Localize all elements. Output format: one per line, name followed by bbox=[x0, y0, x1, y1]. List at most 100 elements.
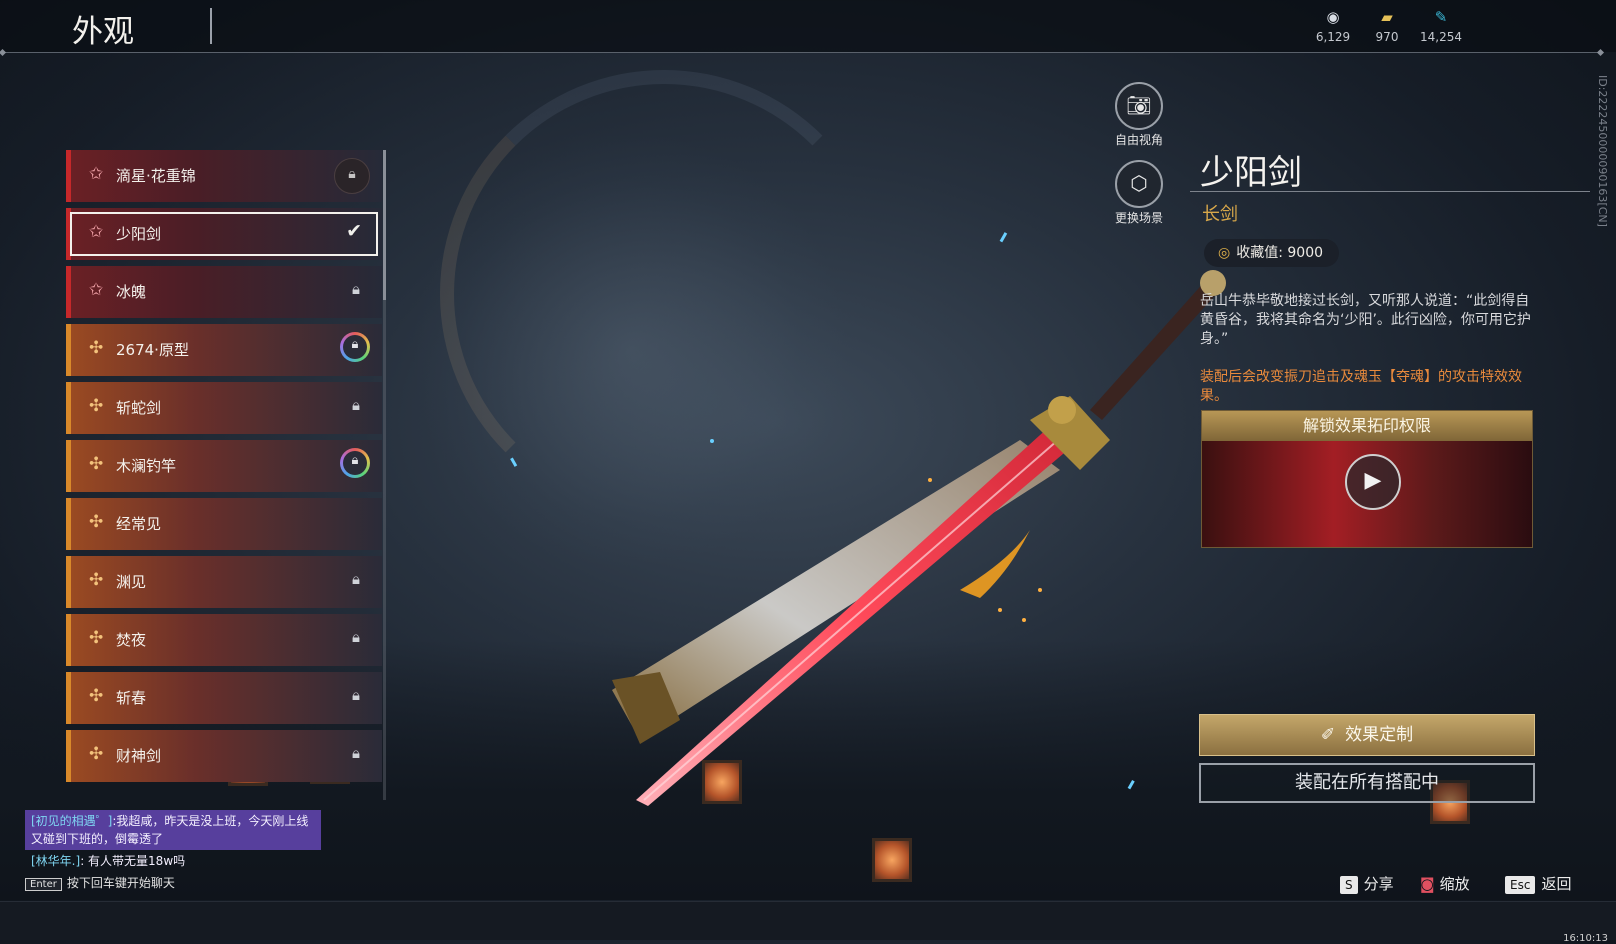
collection-icon: ◎ bbox=[1218, 245, 1231, 261]
skin-label: 经常见 bbox=[116, 515, 162, 533]
skin-label: 焚夜 bbox=[116, 631, 147, 649]
customize-effect-button[interactable]: ✐ 效果定制 bbox=[1199, 714, 1535, 756]
free-view-button[interactable]: 📷︎ bbox=[1115, 82, 1163, 130]
sword-guard bbox=[1030, 396, 1110, 470]
enter-key-icon: Enter bbox=[25, 878, 62, 891]
share-hint[interactable]: S 分享 bbox=[1340, 873, 1394, 894]
back-label: 返回 bbox=[1541, 875, 1572, 893]
skin-list: ✩ 滴星·花重锦 🔒︎ ✩ 少阳剑 ✔ ✩ 冰魄 🔒︎ ✣ 2674·原型 🔒︎… bbox=[66, 150, 382, 800]
skin-label: 少阳剑 bbox=[116, 225, 162, 243]
change-scene-button[interactable]: ⬡ bbox=[1115, 160, 1163, 208]
name-underline bbox=[1190, 191, 1590, 192]
ticket-icon: ▰ bbox=[1381, 8, 1393, 26]
currency-coin: ◉ 6,129 bbox=[1303, 8, 1363, 44]
customize-effect-label: 效果定制 bbox=[1345, 725, 1414, 745]
skin-item[interactable]: ✩ 滴星·花重锦 🔒︎ bbox=[66, 150, 382, 202]
title-separator bbox=[210, 8, 212, 44]
check-icon: ✔ bbox=[346, 220, 362, 242]
zoom-label: 缩放 bbox=[1439, 875, 1470, 893]
skin-label: 滴星·花重锦 bbox=[116, 167, 196, 185]
share-label: 分享 bbox=[1363, 875, 1394, 893]
flower-icon: ✣ bbox=[89, 396, 104, 416]
skin-item[interactable]: ✣ 经常见 bbox=[66, 498, 382, 550]
flower-icon: ✣ bbox=[89, 686, 104, 706]
lock-icon: 🔒︎ bbox=[352, 280, 360, 298]
item-name: 少阳剑 bbox=[1200, 153, 1302, 193]
lock-icon: 🔒︎ bbox=[352, 396, 360, 414]
flower-icon: ✣ bbox=[89, 744, 104, 764]
change-scene-label: 更换场景 bbox=[1114, 211, 1163, 225]
sword-flames bbox=[928, 478, 1042, 622]
skin-label: 财神剑 bbox=[116, 747, 162, 765]
currency-feather: ✎ 14,254 bbox=[1411, 8, 1471, 44]
chat-text: : 有人带无量18w吗 bbox=[80, 854, 186, 868]
page-title: 外观 bbox=[72, 14, 134, 50]
skin-item[interactable]: ✣ 斩蛇剑 🔒︎ bbox=[66, 382, 382, 434]
collection-value: ◎ 收藏值: 9000 bbox=[1204, 239, 1340, 267]
flower-icon: ✣ bbox=[89, 512, 104, 532]
currency-ticket: ▰ 970 bbox=[1357, 8, 1417, 44]
zoom-hint[interactable]: ◙ 缩放 bbox=[1420, 873, 1470, 894]
lock-icon: 🔒︎ bbox=[352, 686, 360, 704]
skin-item[interactable]: ✣ 斩春 🔒︎ bbox=[66, 672, 382, 724]
lantern bbox=[872, 838, 912, 882]
flower-icon: ✣ bbox=[89, 338, 104, 358]
skin-label: 斩蛇剑 bbox=[116, 399, 162, 417]
unlock-effect-preview[interactable]: 解锁效果拓印权限 ▶ bbox=[1201, 410, 1533, 548]
lock-icon: 🔒︎ bbox=[352, 744, 360, 762]
list-scrollbar[interactable] bbox=[383, 150, 386, 300]
rainbow-lock-icon: 🔒︎ bbox=[340, 332, 370, 362]
chat-sender[interactable]: [林华年.] bbox=[31, 854, 80, 868]
lock-icon: 🔒︎ bbox=[352, 570, 360, 588]
item-effect: 装配后会改变振刀追击及魂玉【夺魂】的攻击特效效果。 bbox=[1200, 369, 1522, 404]
star-icon: ✩ bbox=[89, 164, 104, 184]
skin-item[interactable]: ✣ 2674·原型 🔒︎ bbox=[66, 324, 382, 376]
chat-sender[interactable]: [初见的相遇゜] bbox=[31, 814, 112, 828]
collection-label: 收藏值: 9000 bbox=[1236, 245, 1324, 261]
flower-icon: ✣ bbox=[89, 570, 104, 590]
skin-item[interactable]: ✣ 木澜钓竿 🔒︎ bbox=[66, 440, 382, 492]
free-view-label: 自由视角 bbox=[1114, 133, 1163, 147]
flower-icon: ✣ bbox=[89, 454, 104, 474]
currency-value: 14,254 bbox=[1420, 30, 1462, 44]
scene-cube-icon: ⬡ bbox=[1130, 171, 1148, 195]
rainbow-lock-icon: 🔒︎ bbox=[340, 448, 370, 478]
play-icon[interactable]: ▶ bbox=[1345, 454, 1401, 510]
chat-panel: [初见的相遇゜]:我超咸，昨天是没上班，今天刚上线又碰到下班的，倒霉透了 [林华… bbox=[25, 810, 325, 872]
skin-item[interactable]: ✩ 冰魄 🔒︎ bbox=[66, 266, 382, 318]
skin-label: 斩春 bbox=[116, 689, 147, 707]
item-type: 长剑 bbox=[1202, 204, 1238, 225]
feather-icon: ✎ bbox=[1434, 8, 1448, 26]
star-icon: ✩ bbox=[89, 280, 104, 300]
chat-message: [林华年.]: 有人带无量18w吗 bbox=[25, 850, 325, 872]
currency-value: 6,129 bbox=[1315, 30, 1351, 44]
currency-value: 970 bbox=[1375, 30, 1399, 44]
mouse-icon: ◙ bbox=[1420, 875, 1435, 893]
background-rainbow bbox=[440, 70, 888, 518]
key-esc: Esc bbox=[1505, 876, 1536, 894]
back-hint[interactable]: Esc 返回 bbox=[1505, 873, 1571, 894]
skin-item[interactable]: ✣ 渊见 🔒︎ bbox=[66, 556, 382, 608]
equip-all-button[interactable]: 装配在所有搭配中 bbox=[1199, 763, 1535, 803]
lock-icon: 🔒︎ bbox=[352, 628, 360, 646]
skin-label: 冰魄 bbox=[116, 283, 147, 301]
skin-item-selected[interactable]: ✩ 少阳剑 ✔ bbox=[66, 208, 382, 260]
skin-label: 木澜钓竿 bbox=[116, 457, 177, 475]
lantern bbox=[702, 760, 742, 804]
key-s: S bbox=[1340, 876, 1358, 894]
star-icon: ✩ bbox=[89, 222, 104, 242]
skin-item[interactable]: ✣ 焚夜 🔒︎ bbox=[66, 614, 382, 666]
chat-message: [初见的相遇゜]:我超咸，昨天是没上班，今天刚上线又碰到下班的，倒霉透了 bbox=[25, 810, 321, 850]
top-divider bbox=[0, 52, 1600, 53]
locked-badge-icon: 🔒︎ bbox=[334, 158, 370, 194]
flower-icon: ✣ bbox=[89, 628, 104, 648]
item-description: 岳山牛恭毕敬地接过长剑，又听那人说道：“此剑得自黄昏谷，我将其命名为‘少阳’。此… bbox=[1200, 293, 1531, 347]
chat-hint[interactable]: Enter 按下回车键开始聊天 bbox=[25, 874, 175, 891]
taskbar bbox=[0, 901, 1616, 940]
chat-hint-text: 按下回车键开始聊天 bbox=[66, 876, 175, 890]
player-id: ID:2222450000090163[CN] bbox=[1596, 75, 1609, 227]
camera-icon: 📷︎ bbox=[1126, 93, 1152, 117]
skin-item[interactable]: ✣ 财神剑 🔒︎ bbox=[66, 730, 382, 782]
coin-icon: ◉ bbox=[1326, 8, 1340, 26]
unlock-effect-title: 解锁效果拓印权限 bbox=[1202, 411, 1532, 441]
